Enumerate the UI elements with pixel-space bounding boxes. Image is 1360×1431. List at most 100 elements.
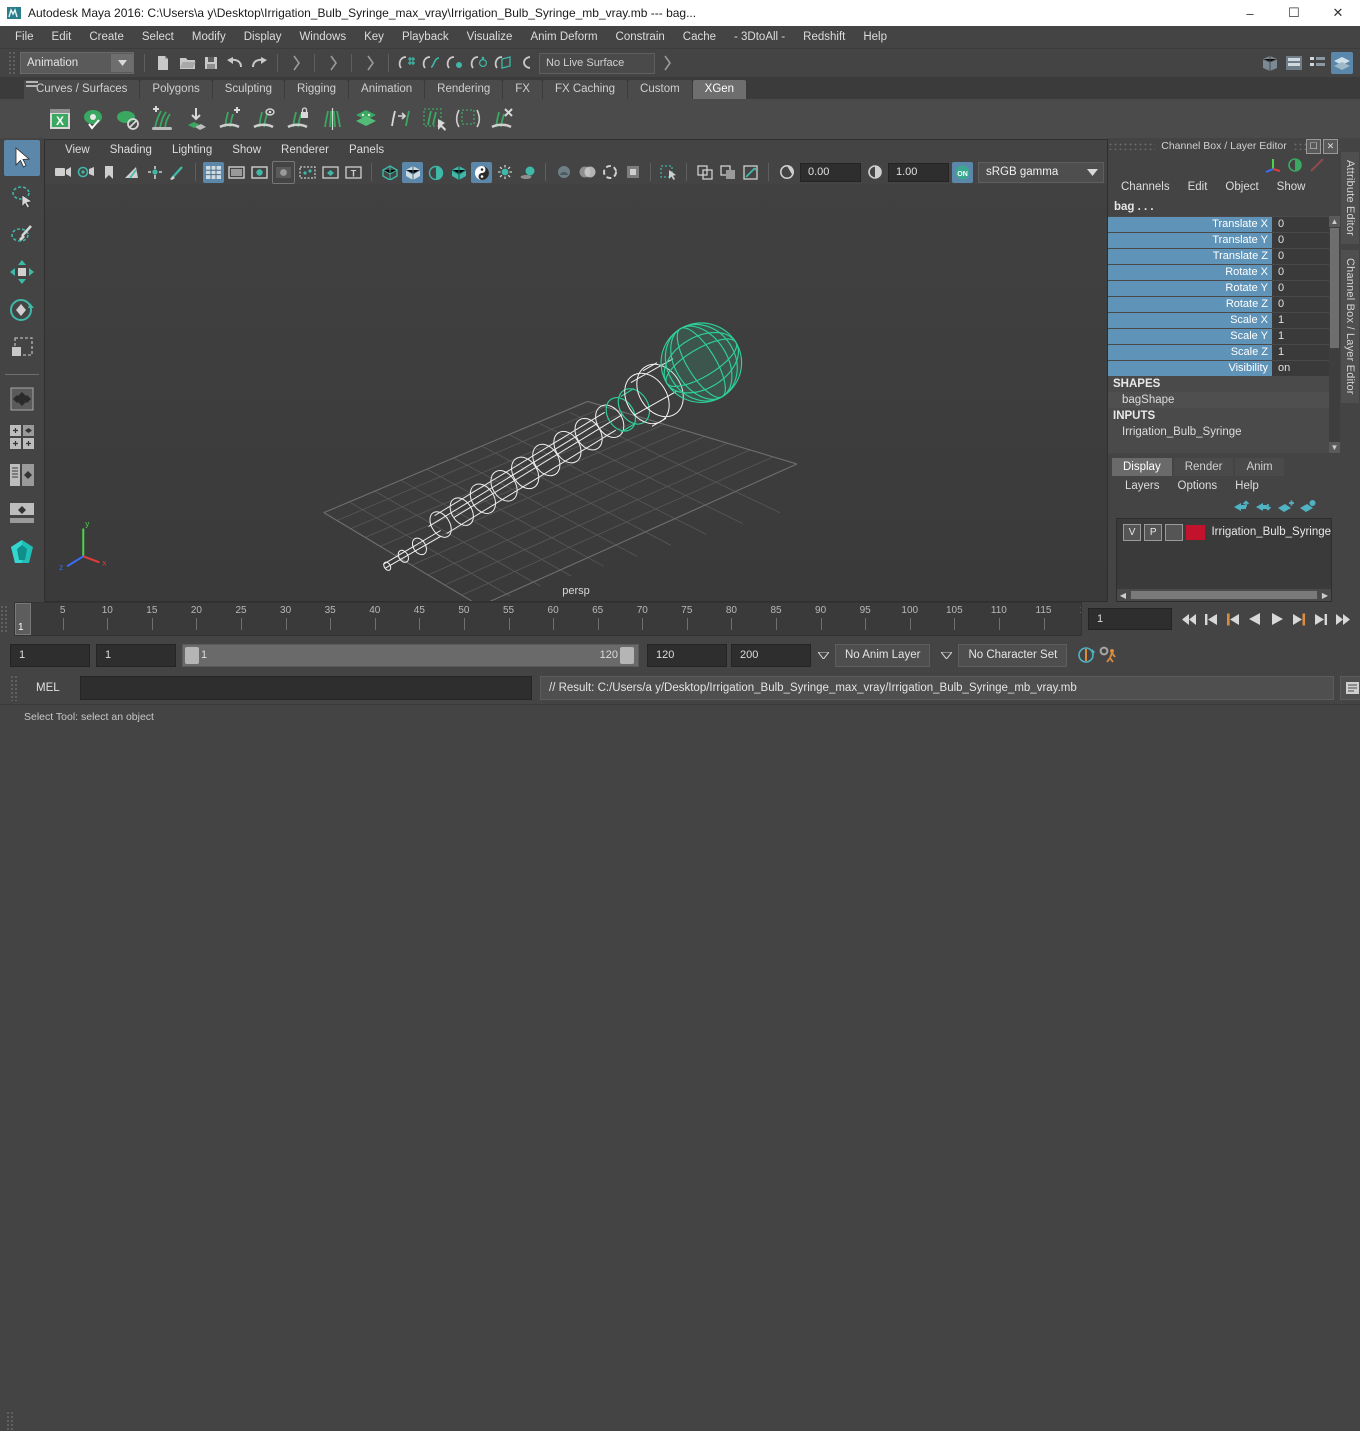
exposure-field[interactable]: 0.00	[800, 162, 861, 182]
wireframe-on-shaded-icon[interactable]	[448, 162, 469, 183]
chevron-right-icon[interactable]	[656, 52, 678, 74]
scroll-down-icon[interactable]: ▼	[1329, 442, 1340, 453]
character-set-field[interactable]: No Character Set	[958, 643, 1068, 667]
menu-help[interactable]: Help	[854, 28, 896, 46]
menu-playback[interactable]: Playback	[393, 28, 458, 46]
select-camera-icon[interactable]	[52, 162, 73, 183]
camera-attributes-icon[interactable]	[75, 162, 96, 183]
shelf-tab-animation[interactable]: Animation	[349, 80, 425, 99]
viewport-menu-show[interactable]: Show	[222, 142, 271, 158]
vertical-tab-attribute-editor[interactable]: Attribute Editor	[1341, 152, 1359, 244]
scrollbar-thumb[interactable]	[1330, 228, 1339, 348]
channel-row-rotate-x[interactable]: Rotate X 0	[1108, 264, 1340, 280]
script-editor-icon[interactable]	[1340, 676, 1360, 700]
guide-visible-icon[interactable]	[248, 103, 280, 135]
vertical-tab-channel-box[interactable]: Channel Box / Layer Editor	[1341, 249, 1359, 403]
last-tool-icon[interactable]	[4, 381, 40, 417]
color-transform-selector[interactable]: sRGB gamma	[978, 161, 1104, 183]
new-scene-icon[interactable]	[152, 52, 174, 74]
import-collection-icon[interactable]	[180, 103, 212, 135]
screen-space-ao-icon[interactable]	[553, 162, 574, 183]
depth-of-field-icon[interactable]	[622, 162, 643, 183]
snap-to-projected-center-icon[interactable]	[468, 52, 490, 74]
go-to-start-icon[interactable]	[1178, 608, 1200, 630]
menuset-selector[interactable]: Animation	[20, 52, 134, 74]
range-start-handle[interactable]	[185, 646, 199, 664]
layer-row[interactable]: V P Irrigation_Bulb_Syringe	[1117, 519, 1331, 542]
panel-grip-left[interactable]	[1108, 142, 1156, 150]
time-slider-grip[interactable]	[0, 605, 8, 633]
channel-row-translate-x[interactable]: Translate X 0	[1108, 216, 1340, 232]
isolate-select-set-icon[interactable]	[717, 162, 738, 183]
snap-to-grid-icon[interactable]	[396, 52, 418, 74]
wireframe-shading-icon[interactable]	[379, 162, 400, 183]
make-live-icon[interactable]	[516, 52, 538, 74]
character-set-dropdown-icon[interactable]	[938, 645, 954, 665]
range-slider[interactable]: 1 120	[182, 643, 639, 667]
shelf-tab-sculpting[interactable]: Sculpting	[212, 80, 285, 99]
open-scene-icon[interactable]	[176, 52, 198, 74]
grease-pencil-icon[interactable]	[167, 162, 188, 183]
maximize-button[interactable]: ☐	[1272, 0, 1316, 26]
save-scene-icon[interactable]	[200, 52, 222, 74]
viewport-select-region-icon[interactable]	[658, 162, 679, 183]
current-frame-field[interactable]: 1	[1088, 608, 1172, 630]
channelbox-menu-show[interactable]: Show	[1268, 179, 1315, 195]
channelbox-menu-object[interactable]: Object	[1216, 179, 1267, 195]
minimize-button[interactable]: –	[1228, 0, 1272, 26]
layout-outliner-persp-icon[interactable]	[4, 457, 40, 493]
command-input[interactable]	[80, 676, 532, 700]
image-plane-icon[interactable]	[121, 162, 142, 183]
new-layer-icon[interactable]	[1274, 497, 1296, 515]
undock-panel-icon[interactable]: ☐	[1306, 138, 1321, 154]
two-d-pan-zoom-icon[interactable]	[144, 162, 165, 183]
layer-menu-help[interactable]: Help	[1226, 478, 1268, 494]
layer-list-scrollbar[interactable]: ◀ ▶	[1117, 589, 1331, 601]
shelf-tab-xgen[interactable]: XGen	[692, 80, 747, 99]
scroll-left-icon[interactable]: ◀	[1117, 591, 1129, 600]
menu-anim-deform[interactable]: Anim Deform	[521, 28, 606, 46]
go-to-end-icon[interactable]	[1332, 608, 1354, 630]
xray-joints-icon[interactable]	[320, 162, 341, 183]
chevron-down-icon[interactable]	[1081, 168, 1103, 176]
tab-render-layers[interactable]: Render	[1173, 458, 1234, 476]
guide-lock-icon[interactable]	[282, 103, 314, 135]
tab-anim-layers[interactable]: Anim	[1235, 458, 1284, 476]
play-forwards-icon[interactable]	[1266, 608, 1288, 630]
layer-visibility-toggle[interactable]: V	[1123, 523, 1142, 541]
preview-visible-icon[interactable]	[78, 103, 110, 135]
select-tool[interactable]	[4, 140, 40, 176]
smooth-shade-all-icon[interactable]	[402, 161, 423, 183]
channel-row-rotate-z[interactable]: Rotate Z 0	[1108, 296, 1340, 312]
menu-constrain[interactable]: Constrain	[607, 28, 674, 46]
xray-display-icon[interactable]	[297, 162, 318, 183]
menu-select[interactable]: Select	[133, 28, 183, 46]
show-hide-modeling-toolkit-icon[interactable]	[1259, 52, 1281, 74]
step-back-frame-icon[interactable]	[1222, 608, 1244, 630]
manipulator-axes-icon[interactable]	[1262, 156, 1284, 174]
show-hide-attribute-editor-icon[interactable]	[1283, 52, 1305, 74]
add-guide-icon[interactable]	[214, 103, 246, 135]
menu-cache[interactable]: Cache	[674, 28, 725, 46]
layer-name[interactable]: Irrigation_Bulb_Syringe	[1211, 526, 1331, 538]
shelf-tab-polygons[interactable]: Polygons	[140, 80, 212, 99]
menu-windows[interactable]: Windows	[290, 28, 355, 46]
move-layer-up-icon[interactable]	[1230, 497, 1252, 515]
current-time-indicator[interactable]: 1	[15, 603, 31, 635]
menu-display[interactable]: Display	[235, 28, 291, 46]
anim-end-time-field[interactable]: 200	[731, 643, 811, 667]
menu-modify[interactable]: Modify	[183, 28, 235, 46]
color-management-toggle-icon[interactable]: ON	[952, 161, 973, 183]
step-forward-keyframe-icon[interactable]	[1310, 608, 1332, 630]
xgen-window-icon[interactable]: X	[44, 103, 76, 135]
shelf-tab-fx[interactable]: FX	[503, 80, 542, 99]
texture-display-icon[interactable]	[471, 161, 492, 183]
menu-key[interactable]: Key	[355, 28, 393, 46]
new-layer-from-selected-icon[interactable]	[1296, 497, 1318, 515]
film-gate-icon[interactable]	[226, 162, 247, 183]
selection-mode-hierarchy-icon[interactable]	[285, 52, 307, 74]
anim-layer-dropdown-icon[interactable]	[815, 645, 831, 665]
gate-mask-icon[interactable]	[272, 160, 295, 184]
shelf-tab-fx-caching[interactable]: FX Caching	[542, 80, 628, 99]
show-hide-channel-box-icon[interactable]	[1331, 52, 1353, 74]
